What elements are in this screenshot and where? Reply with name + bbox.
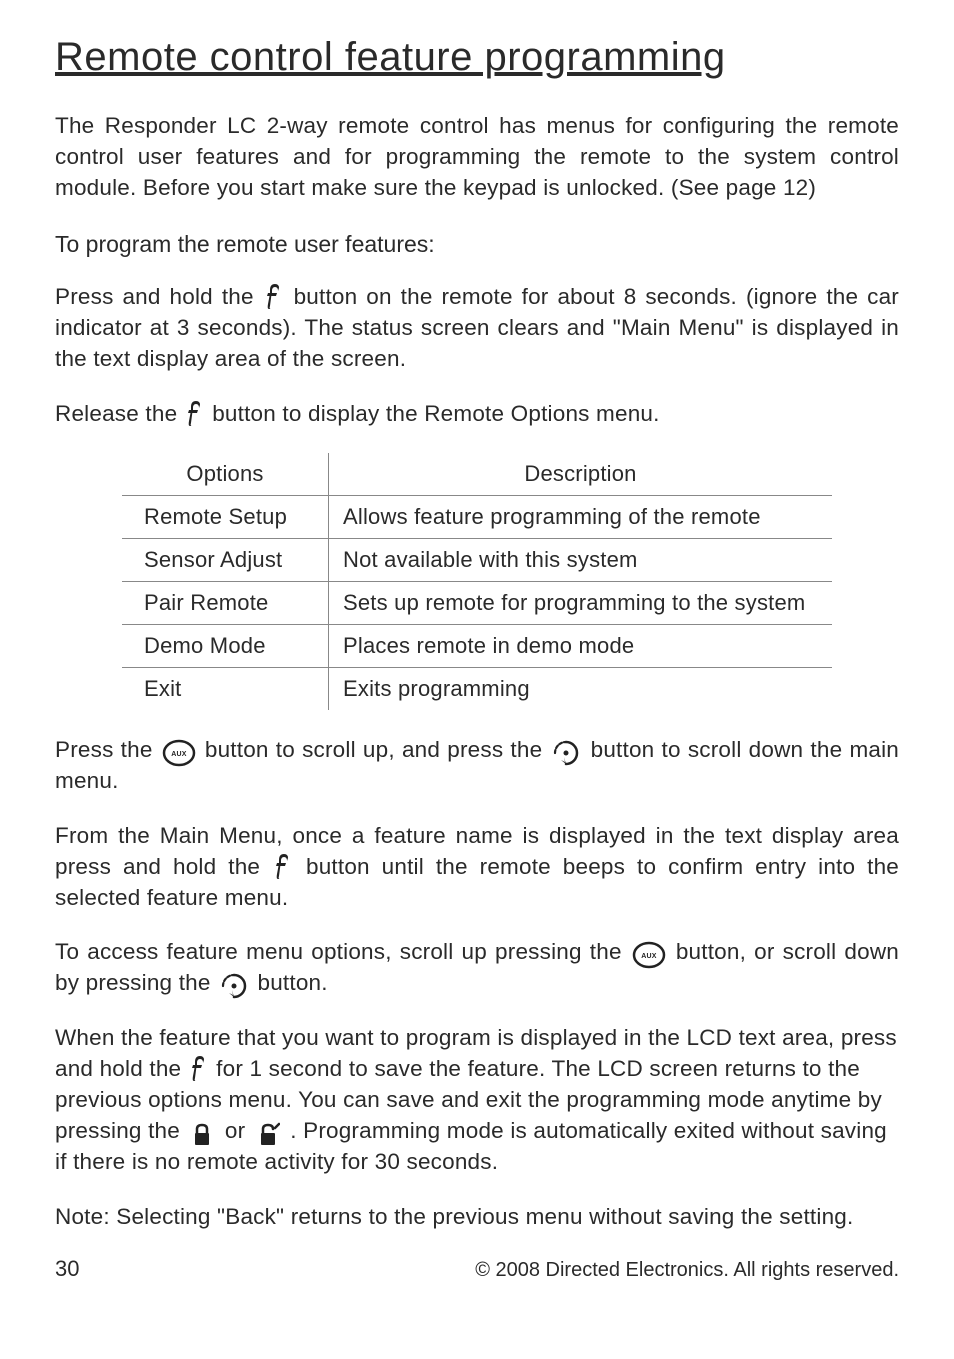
table-row: Remote Setup Allows feature programming … — [122, 495, 832, 538]
paragraph-5: To access feature menu options, scroll u… — [55, 936, 899, 998]
text-segment: or — [225, 1118, 252, 1143]
table-cell: Allows feature programming of the remote — [329, 495, 833, 538]
table-cell: Remote Setup — [122, 495, 329, 538]
text-segment: button to display the Remote Options men… — [212, 401, 659, 426]
note-paragraph: Note: Selecting "Back" returns to the pr… — [55, 1201, 899, 1232]
paragraph-6: When the feature that you want to progra… — [55, 1022, 899, 1177]
table-row: Sensor Adjust Not available with this sy… — [122, 538, 832, 581]
page-number: 30 — [55, 1256, 79, 1282]
paragraph-1: Press and hold the button on the remote … — [55, 281, 899, 374]
text-segment: Press the — [55, 737, 160, 762]
table-cell: Not available with this system — [329, 538, 833, 581]
table-cell: Sets up remote for programming to the sy… — [329, 581, 833, 624]
table-cell: Exits programming — [329, 667, 833, 710]
f-button-icon — [274, 852, 292, 880]
lock-button-icon — [190, 1122, 214, 1148]
unlock-button-icon — [256, 1122, 280, 1148]
table-cell: Exit — [122, 667, 329, 710]
svg-text:AUX: AUX — [171, 751, 187, 758]
table-header: Description — [329, 453, 833, 496]
text-segment: To access feature menu options, scroll u… — [55, 939, 630, 964]
paragraph-3: Press the AUX button to scroll up, and p… — [55, 734, 899, 796]
text-segment: button to scroll up, and press the — [205, 737, 550, 762]
intro-paragraph: The Responder LC 2-way remote control ha… — [55, 110, 899, 203]
note-label: Note: — [55, 1204, 110, 1229]
table-row: Exit Exits programming — [122, 667, 832, 710]
f-button-icon — [186, 399, 204, 427]
table-row: Demo Mode Places remote in demo mode — [122, 624, 832, 667]
table-header: Options — [122, 453, 329, 496]
text-segment: button. — [258, 970, 328, 995]
table-cell: Pair Remote — [122, 581, 329, 624]
copyright-text: © 2008 Directed Electronics. All rights … — [475, 1259, 899, 1282]
options-table: Options Description Remote Setup Allows … — [122, 453, 832, 710]
subheading: To program the remote user features: — [55, 231, 899, 258]
text-segment: Release the — [55, 401, 184, 426]
table-cell: Sensor Adjust — [122, 538, 329, 581]
text-segment: Press and hold the — [55, 284, 263, 309]
note-text: Selecting "Back" returns to the previous… — [110, 1204, 854, 1229]
table-header-row: Options Description — [122, 453, 832, 496]
page-footer: 30 © 2008 Directed Electronics. All righ… — [55, 1256, 899, 1282]
remote-start-icon — [219, 973, 249, 999]
aux-button-icon: AUX — [632, 941, 666, 969]
page-title: Remote control feature programming — [55, 35, 899, 80]
paragraph-4: From the Main Menu, once a feature name … — [55, 820, 899, 913]
paragraph-2: Release the button to display the Remote… — [55, 398, 899, 429]
table-cell: Demo Mode — [122, 624, 329, 667]
remote-start-icon — [551, 740, 581, 766]
aux-button-icon: AUX — [162, 739, 196, 767]
f-button-icon — [190, 1054, 208, 1082]
f-button-icon — [265, 282, 283, 310]
table-row: Pair Remote Sets up remote for programmi… — [122, 581, 832, 624]
table-cell: Places remote in demo mode — [329, 624, 833, 667]
svg-text:AUX: AUX — [641, 953, 657, 960]
